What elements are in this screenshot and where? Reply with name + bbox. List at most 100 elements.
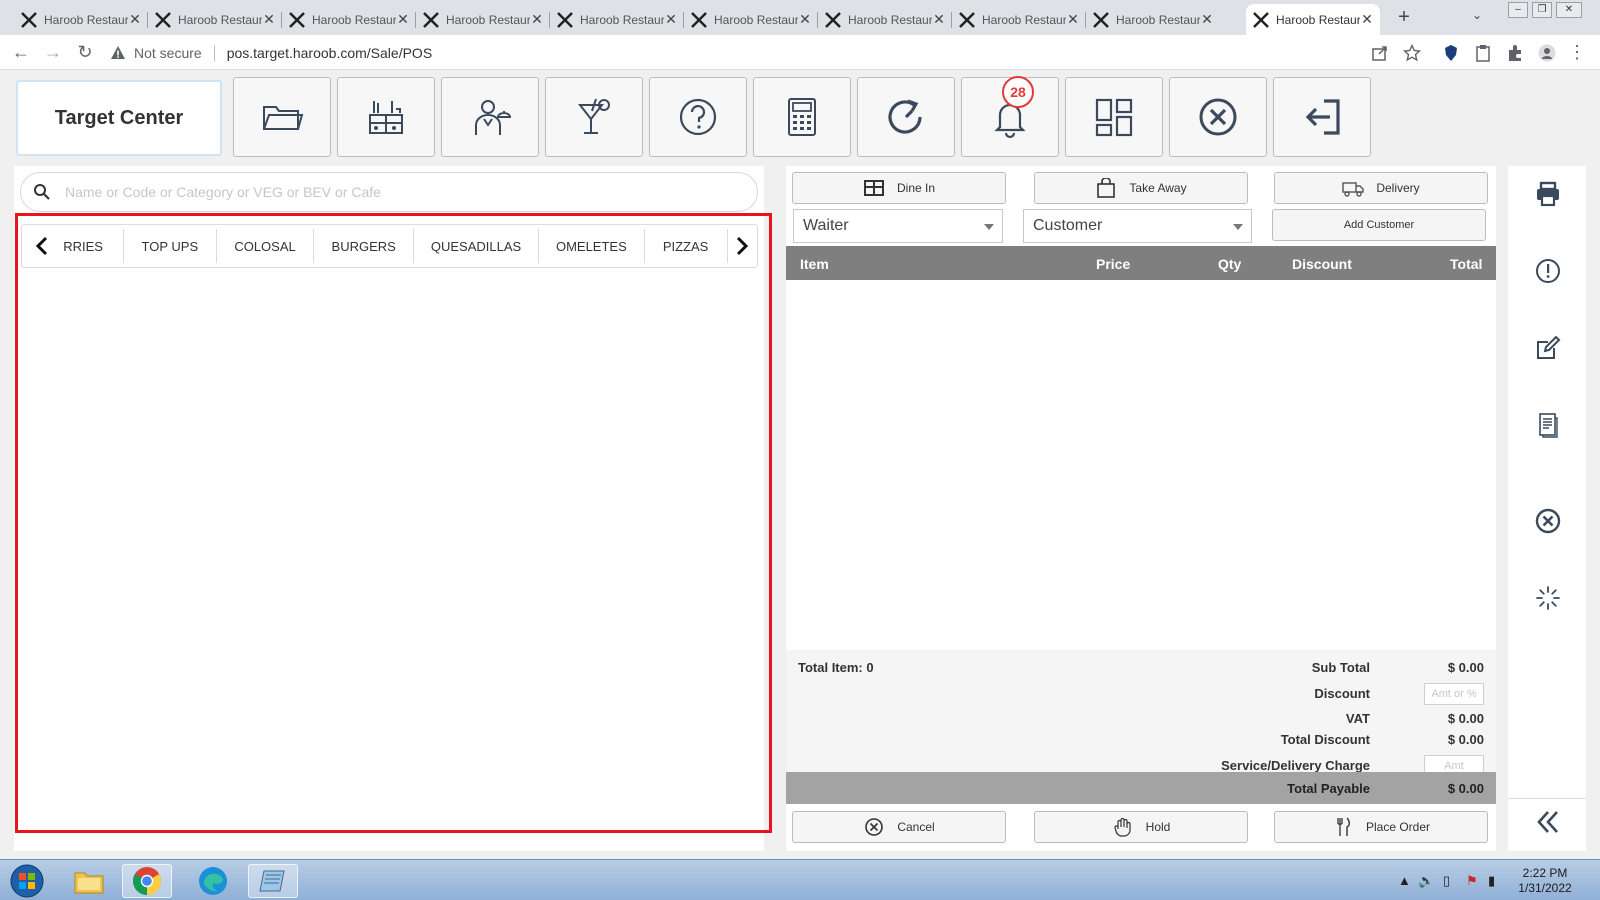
category-item[interactable]: QUESADILLAS <box>414 229 540 263</box>
browser-tab-active[interactable]: Haroob Restaurant ✕ <box>1246 4 1380 35</box>
receipt-icon[interactable] <box>1534 411 1562 439</box>
browser-tab[interactable]: Haroob Restaurant ✕ <box>282 4 416 35</box>
logout-button[interactable] <box>1273 77 1371 157</box>
close-tab-icon[interactable]: ✕ <box>128 11 142 28</box>
delivery-truck-icon <box>1342 182 1365 197</box>
category-item[interactable]: TOP UPS <box>124 229 217 263</box>
kitchen-button[interactable] <box>337 77 435 157</box>
hold-order-button[interactable]: Hold <box>1034 811 1248 843</box>
waiter-button[interactable] <box>441 77 539 157</box>
network-error-icon[interactable]: ⚑ <box>1466 873 1478 889</box>
waiter-select-value: Waiter <box>803 217 849 234</box>
delivery-label: Delivery <box>1376 181 1420 195</box>
extension-clipboard-icon[interactable] <box>1474 44 1492 62</box>
close-tab-icon[interactable]: ✕ <box>1360 11 1374 28</box>
back-arrow-icon[interactable]: ← <box>10 42 32 63</box>
order-totals: Total Item: 0 Sub Total $ 0.00 Discount … <box>786 650 1496 777</box>
category-item[interactable]: BURGERS <box>314 229 414 263</box>
browser-tab[interactable]: Haroob Restaurant ✕ <box>14 4 148 35</box>
tab-search-chevron-icon[interactable]: ⌄ <box>1472 8 1482 22</box>
window-close-icon[interactable]: ✕ <box>1556 2 1582 18</box>
alert-circle-icon[interactable] <box>1534 257 1562 285</box>
place-order-label: Place Order <box>1365 820 1431 834</box>
close-tab-icon[interactable]: ✕ <box>262 11 276 28</box>
category-item[interactable]: PIZZAS <box>645 229 728 263</box>
close-tab-icon[interactable]: ✕ <box>1200 11 1214 28</box>
search-icon <box>34 184 50 200</box>
close-tab-icon[interactable]: ✕ <box>396 11 410 28</box>
dine-in-button[interactable]: Dine In <box>792 172 1006 204</box>
waiter-select[interactable]: Waiter <box>793 209 1003 243</box>
browser-menu-icon[interactable]: ⋮ <box>1566 42 1588 63</box>
new-tab-button[interactable]: + <box>1392 6 1416 29</box>
refresh-timer-icon <box>888 99 922 134</box>
browser-tab[interactable]: Haroob Restaurant ✕ <box>416 4 550 35</box>
taskbar-app[interactable] <box>248 864 298 898</box>
close-tab-icon[interactable]: ✕ <box>798 11 812 28</box>
browser-tab[interactable]: Haroob Restaurant ✕ <box>952 4 1086 35</box>
browser-tab[interactable]: Haroob Restaurant ✕ <box>550 4 684 35</box>
edit-icon[interactable] <box>1534 334 1562 362</box>
discount-input[interactable]: Amt or % <box>1424 683 1484 705</box>
start-button[interactable] <box>2 864 52 898</box>
category-item[interactable]: OMELETES <box>539 229 645 263</box>
close-circle-icon[interactable] <box>1534 507 1562 535</box>
reload-icon[interactable]: ↻ <box>74 42 96 63</box>
help-button[interactable] <box>649 77 747 157</box>
close-screen-button[interactable] <box>1169 77 1267 157</box>
cocktail-icon <box>577 98 610 134</box>
product-search-box[interactable] <box>20 172 758 212</box>
delivery-button[interactable]: Delivery <box>1274 172 1488 204</box>
minimize-icon[interactable]: – <box>1508 2 1528 18</box>
forward-arrow-icon[interactable]: → <box>42 42 64 63</box>
logout-icon <box>1305 99 1340 135</box>
dashboard-button[interactable] <box>1065 77 1163 157</box>
close-tab-icon[interactable]: ✕ <box>664 11 678 28</box>
address-bar[interactable]: Not secure pos.target.haroob.com/Sale/PO… <box>110 39 1410 66</box>
add-customer-button[interactable]: Add Customer <box>1272 209 1486 241</box>
cancel-order-button[interactable]: Cancel <box>792 811 1006 843</box>
edge-icon <box>199 867 227 895</box>
browser-tab[interactable]: Haroob Restaurant ✕ <box>1086 4 1220 35</box>
refresh-button[interactable] <box>857 77 955 157</box>
category-item[interactable]: COLOSAL <box>217 229 315 263</box>
print-icon[interactable] <box>1534 180 1562 208</box>
haroob-favicon-icon <box>21 11 37 28</box>
folder-icon <box>263 106 304 130</box>
show-hidden-icons[interactable]: ▲ <box>1398 873 1411 888</box>
battery-icon[interactable]: ▯ <box>1443 873 1450 889</box>
collapse-double-chevron-icon[interactable] <box>1534 808 1562 836</box>
browser-tab[interactable]: Haroob Restaurant ✕ <box>148 4 282 35</box>
total-discount-value: $ 0.00 <box>1447 732 1484 747</box>
profile-avatar-icon[interactable] <box>1538 44 1556 62</box>
restore-icon[interactable]: ❐ <box>1532 2 1552 18</box>
close-tab-icon[interactable]: ✕ <box>932 11 946 28</box>
extensions-puzzle-icon[interactable] <box>1506 44 1524 62</box>
place-order-button[interactable]: Place Order <box>1274 811 1488 843</box>
taskbar-chrome[interactable] <box>122 864 172 898</box>
bookmark-star-icon[interactable] <box>1403 44 1421 62</box>
take-away-button[interactable]: Take Away <box>1034 172 1248 204</box>
volume-icon[interactable]: 🔈 <box>1418 873 1434 889</box>
browser-tab[interactable]: Haroob Restaurant ✕ <box>818 4 952 35</box>
calculator-button[interactable] <box>753 77 851 157</box>
open-folder-button[interactable] <box>233 77 331 157</box>
category-item[interactable]: RRIES <box>61 229 124 263</box>
taskbar-file-explorer[interactable] <box>64 864 114 898</box>
extension-shield-icon[interactable] <box>1442 44 1460 62</box>
product-search-input[interactable] <box>65 184 715 200</box>
customer-select[interactable]: Customer <box>1023 209 1252 243</box>
close-tab-icon[interactable]: ✕ <box>530 11 544 28</box>
close-tab-icon[interactable]: ✕ <box>1066 11 1080 28</box>
system-clock[interactable]: 2:22 PM 1/31/2022 <box>1510 866 1580 896</box>
clock-date: 1/31/2022 <box>1518 881 1572 895</box>
bar-drinks-button[interactable] <box>545 77 643 157</box>
hand-icon <box>1114 817 1131 837</box>
share-icon[interactable] <box>1371 44 1389 62</box>
browser-tab[interactable]: Haroob Restaurant ✕ <box>684 4 818 35</box>
cancel-circle-icon <box>865 818 884 836</box>
signal-icon[interactable]: ▮ <box>1488 873 1495 889</box>
category-next-button[interactable] <box>728 225 757 267</box>
category-prev-button[interactable] <box>22 225 61 267</box>
taskbar-edge[interactable] <box>188 864 238 898</box>
